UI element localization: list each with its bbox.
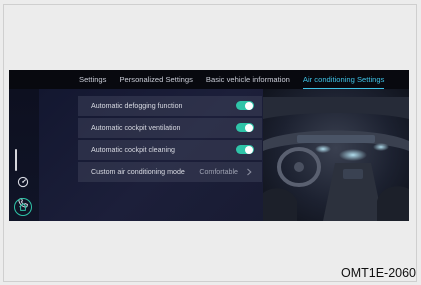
home-button[interactable] [14, 198, 32, 216]
settings-panel: Automatic defogging function Automatic c… [78, 96, 262, 184]
setting-label: Automatic defogging function [91, 102, 183, 110]
setting-row-defogging[interactable]: Automatic defogging function [78, 96, 262, 116]
figure-code: OMT1E-2060 [340, 266, 416, 280]
toggle-knob [245, 145, 253, 154]
setting-row-cleaning[interactable]: Automatic cockpit cleaning [78, 140, 262, 160]
defogging-toggle[interactable] [236, 101, 254, 110]
home-icon [19, 203, 27, 211]
tab-settings[interactable]: Settings [79, 70, 106, 89]
settings-tabs: Settings Personalized Settings Basic veh… [79, 70, 397, 89]
setting-row-ventilation[interactable]: Automatic cockpit ventilation [78, 118, 262, 138]
speed-limit-icon[interactable] [15, 174, 31, 190]
setting-label: Automatic cockpit ventilation [91, 124, 181, 132]
chevron-right-icon [247, 168, 252, 176]
toggle-knob [245, 101, 253, 110]
top-bar: Settings Personalized Settings Basic veh… [9, 70, 409, 89]
cabin-dashboard-image [263, 89, 409, 221]
cleaning-toggle[interactable] [236, 145, 254, 154]
infotainment-screen: Settings Personalized Settings Basic veh… [9, 70, 409, 221]
ventilation-toggle[interactable] [236, 123, 254, 132]
tab-personalized-settings[interactable]: Personalized Settings [119, 70, 192, 89]
toggle-knob [245, 123, 253, 132]
setting-label: Automatic cockpit cleaning [91, 146, 175, 154]
custom-mode-value: Comfortable [199, 168, 238, 176]
rail-indicator [15, 149, 17, 171]
tab-basic-vehicle-information[interactable]: Basic vehicle information [206, 70, 290, 89]
setting-row-custom-mode[interactable]: Custom air conditioning mode Comfortable [78, 162, 262, 182]
setting-label: Custom air conditioning mode [91, 168, 185, 176]
dashboard-illustration [263, 97, 409, 221]
tab-air-conditioning-settings[interactable]: Air conditioning Settings [302, 70, 385, 89]
